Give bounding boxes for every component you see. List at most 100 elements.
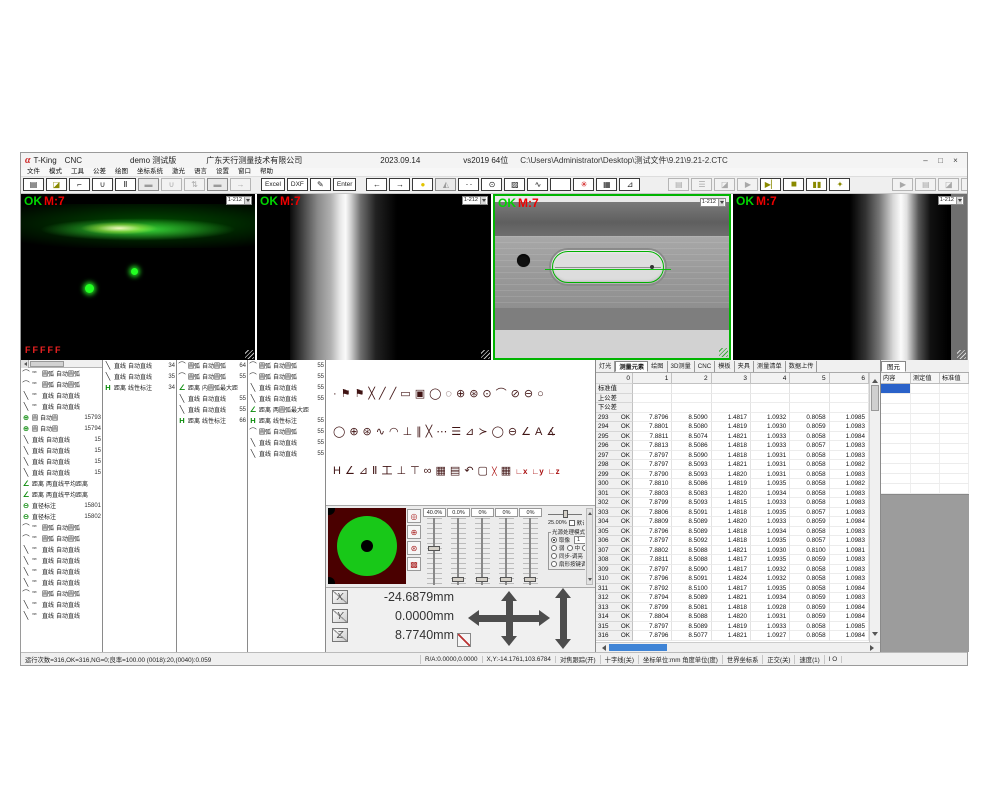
light-ring-all-button[interactable]: ◎	[407, 509, 421, 523]
tool-pick-move-icon[interactable]: ⚑	[355, 388, 365, 401]
toolbar-caliper-icon[interactable]: Ⅱ	[115, 178, 136, 191]
feature-row[interactable]: ⌒***圆弧自动圆弧	[21, 522, 102, 533]
table-vscrollbar[interactable]	[869, 373, 880, 642]
tab-灯光[interactable]: 灯光	[596, 361, 615, 372]
tool-text-icon[interactable]: A	[535, 426, 542, 439]
tool-dim-h-icon[interactable]: H	[333, 465, 341, 478]
feature-row[interactable]: ⊕圆自动圆15794	[21, 423, 102, 434]
toolbar-hatch-pattern-icon[interactable]: ▨	[504, 178, 525, 191]
feature-row[interactable]: ∠距离两直线平均距离	[21, 489, 102, 500]
feature-row[interactable]: ╲直线自动直线15	[21, 467, 102, 478]
feature-row[interactable]: ⌒圆弧自动圆弧64	[177, 360, 247, 371]
menu-item-tolerance[interactable]: 公差	[93, 167, 106, 176]
slider-thumb[interactable]	[563, 510, 568, 518]
tool-coord-y-icon[interactable]: ∟y	[531, 465, 543, 478]
feature-row[interactable]: ╲直线自动直线35	[103, 371, 176, 382]
toolbar-play-icon[interactable]: ▶	[737, 178, 758, 191]
tool-arc-scan-icon[interactable]: ⊘	[511, 388, 520, 401]
menu-item-file[interactable]: 文件	[27, 167, 40, 176]
primitives-row[interactable]	[881, 444, 969, 454]
tool-greater-icon[interactable]: ≻	[478, 426, 487, 439]
tool-dim-2-icon[interactable]: Ⅱ	[372, 465, 377, 478]
tool-circle-icon[interactable]: ◯	[429, 388, 441, 401]
feature-row[interactable]: ⌒***圆弧自动圆弧	[21, 368, 102, 379]
tool-circle-2-icon[interactable]: ◯	[492, 426, 504, 439]
scroll-up-icon[interactable]	[588, 510, 592, 515]
resize-handle-icon[interactable]	[245, 350, 254, 359]
feature-row[interactable]: ⊖直径标注15802	[21, 511, 102, 522]
feature-row[interactable]: ∠距离两圆弧最大距	[248, 404, 325, 415]
toolbar-open-run-icon[interactable]: ◪	[714, 178, 735, 191]
tool-select-rect-icon[interactable]: ▢	[478, 465, 488, 478]
feature-row[interactable]: ╲***直线自动直线	[21, 555, 102, 566]
close-button[interactable]: ×	[948, 154, 963, 166]
tab-测量元素[interactable]: 测量元素	[615, 361, 648, 372]
primitives-row[interactable]	[881, 434, 969, 444]
table-row[interactable]: 314OK7.88048.50881.48201.09310.80591.098…	[596, 612, 869, 622]
table-row[interactable]: 298OK7.87978.50931.48211.09310.80581.098…	[596, 460, 869, 470]
feature-row[interactable]: ╲直线自动直线15	[21, 434, 102, 445]
table-row[interactable]: 304OK7.88098.50891.48201.09330.80591.098…	[596, 517, 869, 527]
feature-row[interactable]: ⊕圆自动圆15793	[21, 412, 102, 423]
toolbar-gray-block-2-icon[interactable]: ▬	[207, 178, 228, 191]
table-row[interactable]: 307OK7.88028.50881.48211.09300.81001.098…	[596, 546, 869, 556]
table-row[interactable]: 308OK7.88118.50881.48171.09350.80591.098…	[596, 555, 869, 565]
table-row[interactable]: 305OK7.87968.50891.48181.09340.80581.098…	[596, 527, 869, 537]
tab-数据上传[interactable]: 数据上传	[786, 361, 818, 372]
slider-track[interactable]	[427, 518, 442, 585]
tool-arc-open-icon[interactable]: ◠	[389, 426, 399, 439]
tool-lines-icon[interactable]: ☰	[451, 426, 461, 439]
tool-pick-icon[interactable]: ⚑	[341, 388, 351, 401]
primitives-row[interactable]	[881, 394, 969, 404]
resize-handle-icon[interactable]	[719, 348, 728, 357]
feature-row[interactable]: ╲直线自动直线55	[248, 448, 325, 459]
feature-row[interactable]: ╲***直线自动直线	[21, 566, 102, 577]
toolbar-report-pen-icon[interactable]: ✎	[310, 178, 331, 191]
feature-row[interactable]: ╲直线自动直线55	[248, 382, 325, 393]
tool-perpendicular-icon[interactable]: ⊥	[403, 426, 413, 439]
toolbar-run-person-icon[interactable]: ✦	[829, 178, 850, 191]
tool-point-icon[interactable]: ·	[333, 388, 337, 401]
master-light-slider[interactable]	[548, 510, 582, 518]
toolbar-curve-tool-icon[interactable]: ∿	[527, 178, 548, 191]
toolbar-barcode-icon[interactable]: ▦	[596, 178, 617, 191]
chevron-down-icon[interactable]	[480, 197, 486, 204]
tab-夹具[interactable]: 夹具	[735, 361, 754, 372]
toolbar-open-folder-icon[interactable]: ◪	[46, 178, 67, 191]
menu-item-laser[interactable]: 激光	[172, 167, 185, 176]
tool-ellipse-icon[interactable]: ○	[537, 388, 544, 401]
feature-row[interactable]: ╲直线自动直线15	[21, 456, 102, 467]
toolbar-stop-icon[interactable]: ■	[783, 178, 804, 191]
minimize-button[interactable]: –	[918, 154, 933, 166]
feature-row[interactable]: ╲直线自动直线34	[103, 360, 176, 371]
maximize-button[interactable]: □	[933, 154, 948, 166]
tool-arc-icon[interactable]: ⌒	[496, 388, 507, 401]
table-row[interactable]: 309OK7.87978.50901.48171.09320.80581.098…	[596, 565, 869, 575]
menu-item-tools[interactable]: 工具	[71, 167, 84, 176]
scroll-up-icon[interactable]	[872, 376, 878, 383]
feature-row[interactable]: ╲直线自动直线55	[248, 393, 325, 404]
light-panel-scrollbar[interactable]	[586, 508, 593, 585]
tool-ring-scan-icon[interactable]: ⊕	[349, 426, 358, 439]
menu-item-language[interactable]: 语言	[194, 167, 207, 176]
chevron-down-icon[interactable]	[244, 197, 250, 204]
feature-row[interactable]: ⌒圆弧自动圆弧55	[248, 426, 325, 437]
slider-track[interactable]	[451, 518, 466, 585]
feature-row[interactable]: ∠距离内圆弧最大距	[177, 382, 247, 393]
tool-ring-scan-2-icon[interactable]: ⊛	[363, 426, 372, 439]
tool-undo-icon[interactable]: ↶	[464, 465, 473, 478]
toolbar-light-bulb-icon[interactable]: ●	[412, 178, 433, 191]
capture-count-select[interactable]: 1	[574, 536, 585, 544]
slider-thumb[interactable]	[476, 577, 488, 582]
primitives-row[interactable]	[881, 424, 969, 434]
camera-panel-1[interactable]: OKM:7 1-212 FFFFF	[21, 194, 255, 361]
toolbar-tool-hammer-icon[interactable]: ×	[961, 178, 967, 191]
menu-item-window[interactable]: 窗口	[238, 167, 251, 176]
feature-row[interactable]: ⌒圆弧自动圆弧55	[248, 371, 325, 382]
table-row[interactable]: 294OK7.88018.50801.48191.09300.80591.098…	[596, 422, 869, 432]
tab-3D测量[interactable]: 3D测量	[668, 361, 695, 372]
camera-panel-4[interactable]: OKM:7 1-212	[733, 194, 967, 361]
resize-handle-icon[interactable]	[481, 350, 490, 359]
camera4-mag-select[interactable]: 1-212	[938, 196, 964, 205]
tool-rect-ref-icon[interactable]: ▣	[415, 388, 425, 401]
